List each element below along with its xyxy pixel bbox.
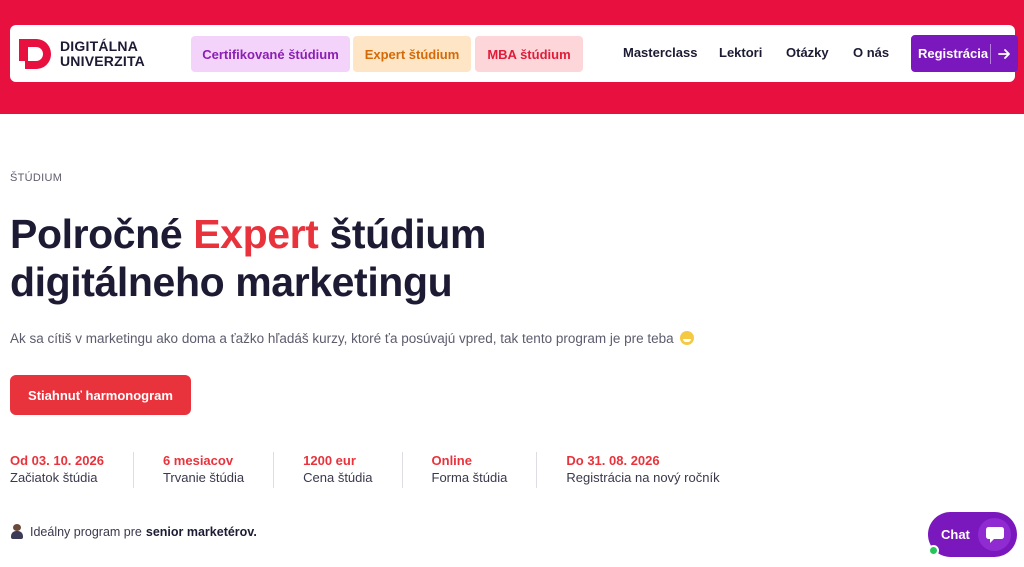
lead-text: Ak sa cítiš v marketingu ako doma a ťažk… [10,331,674,346]
stat-duration: 6 mesiacov Trvanie štúdia [132,452,273,488]
stat-label: Cena štúdia [303,470,373,485]
stat-value: 6 mesiacov [162,453,234,468]
logo-text: DIGITÁLNA UNIVERZITA [60,39,145,69]
stat-value: Od 03. 10. 2026 [10,453,104,468]
lead-paragraph: Ak sa cítiš v marketingu ako doma a ťažk… [10,331,695,346]
title-accent: Expert [193,211,319,257]
nav-mba-study[interactable]: MBA štúdium [475,36,583,72]
logo[interactable]: DIGITÁLNA UNIVERZITA [17,36,167,72]
nav-certified-study[interactable]: Certifikované štúdium [191,36,350,72]
stat-format: Online Forma štúdia [401,452,537,488]
nav-link-questions[interactable]: Otázky [786,45,829,60]
arrow-right-icon [991,48,1018,60]
online-status-dot [928,545,939,556]
logo-line-1: DIGITÁLNA [60,38,139,54]
chat-label: Chat [941,527,970,542]
stat-value: Do 31. 08. 2026 [566,453,660,468]
stat-value: Online [431,453,472,468]
study-facts: Od 03. 10. 2026 Začiatok štúdia 6 mesiac… [10,452,749,488]
stat-label: Registrácia na nový ročník [566,470,720,485]
logo-line-2: UNIVERZITA [60,53,145,69]
title-line-2: digitálneho marketingu [10,259,453,305]
ideal-audience: senior marketérov. [145,524,257,539]
nav-expert-study[interactable]: Expert štúdium [353,36,471,72]
chat-widget-button[interactable]: Chat [928,512,1017,557]
stat-price: 1200 eur Cena štúdia [273,452,401,488]
chat-bubble-icon [978,518,1011,551]
stat-label: Začiatok štúdia [10,470,98,485]
register-button[interactable]: Registrácia [911,35,1018,72]
stat-label: Trvanie štúdia [162,470,245,485]
person-icon [10,524,24,539]
logo-mark-icon [19,39,51,69]
download-schedule-button[interactable]: Stiahnuť harmonogram [10,375,191,415]
section-eyebrow: ŠTÚDIUM [10,172,63,184]
register-label: Registrácia [918,46,989,61]
nav-link-masterclass[interactable]: Masterclass [623,45,697,60]
title-part-2: štúdium [318,211,487,257]
nav-link-lecturers[interactable]: Lektori [719,45,762,60]
stat-registration: Do 31. 08. 2026 Registrácia na nový ročn… [536,452,748,488]
navbar: DIGITÁLNA UNIVERZITA Certifikované štúdi… [10,25,1018,82]
ideal-for-note: Ideálny program pre senior marketérov. [10,524,257,539]
stat-value: 1200 eur [303,453,356,468]
ideal-text: Ideálny program pre [30,524,142,539]
page-title: Polročné Expert štúdium digitálneho mark… [10,210,486,306]
stat-label: Forma štúdia [431,470,508,485]
grinning-face-icon [680,331,695,345]
title-part-1: Polročné [10,211,194,257]
nav-link-about[interactable]: O nás [853,45,889,60]
stat-start: Od 03. 10. 2026 Začiatok štúdia [10,452,133,488]
